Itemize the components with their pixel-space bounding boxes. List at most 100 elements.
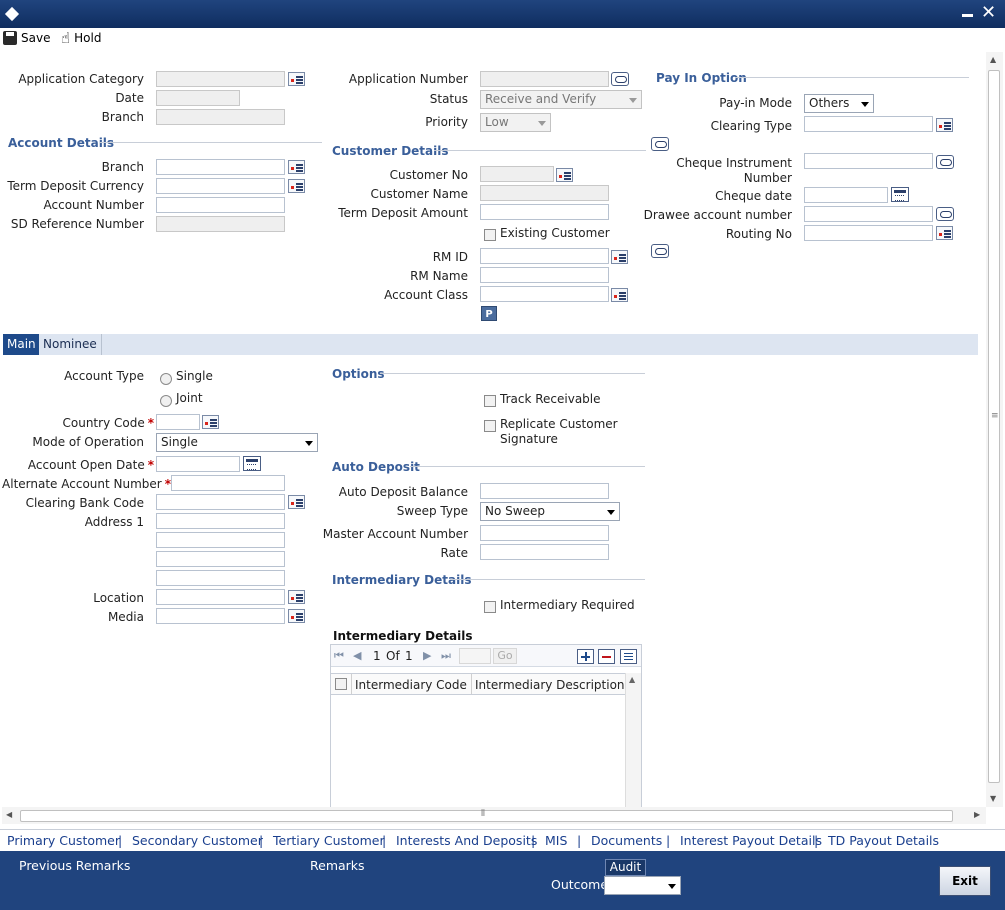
tab-nominee[interactable]: Nominee [39, 334, 102, 355]
media-input[interactable] [156, 608, 285, 624]
account-branch-input[interactable] [156, 159, 285, 175]
speech-bubble-icon[interactable] [651, 137, 669, 151]
address1-input[interactable] [156, 513, 285, 529]
branch-input[interactable] [156, 109, 285, 125]
horizontal-scrollbar[interactable]: ◀ ⦀ ▶ [2, 807, 986, 824]
link-primary-customer[interactable]: Primary Customer [7, 833, 120, 848]
application-category-lov-icon[interactable] [288, 72, 305, 86]
save-button[interactable]: Save [3, 31, 50, 45]
grid-scrollbar[interactable]: ▲ [625, 673, 641, 809]
scroll-right-icon[interactable]: ▶ [974, 810, 980, 819]
link-mis[interactable]: MIS [545, 833, 567, 848]
cheque-date-input[interactable] [804, 187, 888, 203]
outcome-select[interactable] [604, 876, 681, 895]
add-row-icon[interactable] [577, 649, 594, 664]
link-documents[interactable]: Documents [591, 833, 662, 848]
customer-name-input[interactable] [480, 185, 609, 201]
close-icon[interactable]: ✕ [981, 1, 996, 25]
account-open-date-input[interactable] [156, 456, 240, 472]
rm-id-input[interactable] [480, 248, 609, 264]
auto-deposit-balance-input[interactable] [480, 483, 609, 499]
calendar-icon[interactable] [891, 187, 909, 202]
existing-customer-checkbox[interactable] [484, 229, 496, 241]
customer-no-lov-icon[interactable] [556, 168, 573, 182]
country-code-lov-icon[interactable] [202, 415, 219, 429]
location-lov-icon[interactable] [288, 590, 305, 604]
scroll-down-icon[interactable]: ▼ [990, 794, 996, 803]
clearing-type-lov-icon[interactable] [936, 118, 953, 132]
address2-input[interactable] [156, 532, 285, 548]
link-td-payout-details[interactable]: TD Payout Details [828, 833, 939, 848]
account-class-lov-icon[interactable] [611, 288, 628, 302]
page-jump-input[interactable] [459, 648, 491, 664]
intermediary-required-checkbox[interactable] [484, 601, 496, 613]
rm-id-lov-icon[interactable] [611, 250, 628, 264]
prev-page-icon[interactable]: ◀ [353, 649, 361, 662]
td-currency-input[interactable] [156, 178, 285, 194]
hold-button[interactable]: ☝ Hold [61, 31, 101, 46]
track-receivable-checkbox[interactable] [484, 395, 496, 407]
minimize-icon[interactable] [962, 14, 973, 17]
account-class-input[interactable] [480, 286, 609, 302]
speech-bubble-icon[interactable] [651, 244, 669, 258]
media-lov-icon[interactable] [288, 609, 305, 623]
replicate-signature-checkbox[interactable] [484, 420, 496, 432]
single-view-icon[interactable] [620, 649, 637, 664]
address3-input[interactable] [156, 551, 285, 567]
p-button[interactable]: P [481, 306, 497, 321]
pay-in-mode-select[interactable]: Others [804, 94, 874, 113]
speech-bubble-icon[interactable] [936, 207, 954, 221]
td-currency-lov-icon[interactable] [288, 179, 305, 193]
go-button[interactable]: Go [493, 648, 517, 664]
next-page-icon[interactable]: ▶ [423, 649, 431, 662]
sweep-type-select[interactable]: No Sweep [480, 502, 620, 521]
td-amount-input[interactable] [480, 204, 609, 220]
link-interests-and-deposits[interactable]: Interests And Deposits [396, 833, 537, 848]
scroll-left-icon[interactable]: ◀ [6, 810, 12, 819]
col-intermediary-description[interactable]: Intermediary Description [475, 678, 625, 692]
priority-select[interactable]: Low [480, 113, 551, 132]
scroll-up-icon[interactable]: ▲ [629, 675, 635, 684]
col-intermediary-code[interactable]: Intermediary Code [355, 678, 467, 692]
sd-reference-input[interactable] [156, 216, 285, 232]
date-input[interactable] [156, 90, 240, 106]
exit-button[interactable]: Exit [939, 866, 991, 896]
account-branch-lov-icon[interactable] [288, 160, 305, 174]
account-number-input[interactable] [156, 197, 285, 213]
link-interest-payout-details[interactable]: Interest Payout Details [680, 833, 822, 848]
customer-no-input[interactable] [480, 166, 554, 182]
routing-no-input[interactable] [804, 225, 933, 241]
first-page-icon[interactable]: ⏮ [334, 649, 344, 663]
speech-bubble-icon[interactable] [936, 155, 954, 169]
speech-bubble-icon[interactable] [611, 72, 629, 86]
clearing-type-input[interactable] [804, 116, 933, 132]
routing-no-lov-icon[interactable] [936, 226, 953, 240]
link-tertiary-customer[interactable]: Tertiary Customer [273, 833, 385, 848]
application-number-input[interactable] [480, 71, 609, 87]
application-category-input[interactable] [156, 71, 285, 87]
cheque-instrument-input[interactable] [804, 153, 933, 169]
alternate-account-input[interactable] [171, 475, 285, 491]
tab-main[interactable]: Main [3, 334, 40, 355]
status-select[interactable]: Receive and Verify [480, 90, 642, 109]
scroll-up-icon[interactable]: ▲ [990, 55, 996, 64]
select-all-checkbox[interactable] [335, 678, 347, 690]
clearing-bank-code-input[interactable] [156, 494, 285, 510]
mode-of-operation-select[interactable]: Single [156, 433, 318, 452]
single-radio[interactable] [160, 373, 172, 385]
clearing-bank-code-lov-icon[interactable] [288, 495, 305, 509]
location-input[interactable] [156, 589, 285, 605]
audit-button[interactable]: Audit [605, 859, 646, 876]
rate-input[interactable] [480, 544, 609, 560]
last-page-icon[interactable]: ⏭ [441, 649, 451, 663]
vertical-scrollbar[interactable]: ▲ ≡ ▼ [986, 52, 1003, 807]
drawee-account-input[interactable] [804, 206, 933, 222]
address4-input[interactable] [156, 570, 285, 586]
calendar-icon[interactable] [243, 456, 261, 471]
delete-row-icon[interactable] [598, 649, 615, 664]
joint-radio[interactable] [160, 395, 172, 407]
vertical-scroll-thumb[interactable]: ≡ [988, 70, 1000, 783]
country-code-input[interactable] [156, 414, 200, 430]
link-secondary-customer[interactable]: Secondary Customer [132, 833, 263, 848]
horizontal-scroll-thumb[interactable]: ⦀ [20, 809, 953, 822]
